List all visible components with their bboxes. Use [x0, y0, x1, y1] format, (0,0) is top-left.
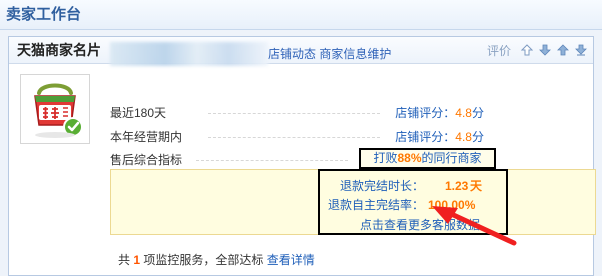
shop-score-value: 4.8: [455, 106, 472, 120]
workbench-header: 卖家工作台: [0, 0, 602, 30]
blurred-shop-name: [110, 42, 268, 66]
shop-score: 店铺评分：4.8分: [391, 104, 484, 122]
metric-label: 最近180天: [110, 104, 171, 122]
rate-button[interactable]: 评价: [487, 42, 511, 59]
after-sales-row: 售后综合指标 打败88%的同行商家: [110, 148, 496, 169]
workbench-title: 卖家工作台: [6, 6, 82, 23]
monitoring-service-count: 1: [133, 253, 141, 267]
dashed-divider: [208, 137, 380, 138]
shop-score-value: 4.8: [455, 130, 472, 144]
refund-duration-line: 退款完结时长： 1.23 天: [320, 178, 506, 194]
dashed-divider: [208, 113, 380, 114]
metric-row-current-year: 本年经营期内 店铺评分：4.8分: [110, 128, 484, 146]
move-up-icon[interactable]: [557, 44, 569, 56]
refund-duration-label: 退款完结时长：: [340, 179, 425, 193]
beat-percent: 88%: [397, 151, 422, 165]
beat-suffix: 的同行商家: [421, 151, 482, 165]
view-details-link[interactable]: 查看详情: [267, 253, 315, 267]
merchant-logo: [20, 74, 90, 144]
shop-top-links: 店铺动态 商家信息维护: [268, 45, 391, 62]
peer-beat-callout[interactable]: 打败88%的同行商家: [359, 148, 496, 169]
monitoring-summary: 共 1 项监控服务，全部达标 查看详情: [118, 251, 315, 268]
footer-middle-text: 项监控服务，全部达标: [143, 253, 264, 267]
after-sales-label: 售后综合指标: [110, 151, 187, 169]
shopping-basket-icon: [34, 83, 83, 138]
annotation-arrow-icon: [432, 206, 517, 246]
refund-duration-unit: 天: [470, 179, 483, 193]
shop-score-label: 店铺评分：: [395, 130, 456, 144]
move-down-icon[interactable]: [539, 44, 551, 56]
metric-row-180-days: 最近180天 店铺评分：4.8分: [110, 104, 484, 122]
card-header-tools: 评价: [487, 42, 587, 58]
beat-prefix: 打败: [373, 151, 398, 165]
move-bottom-icon[interactable]: [575, 44, 587, 56]
shop-score-unit: 分: [471, 130, 484, 144]
refund-self-completion-label: 退款自主完结率：: [328, 198, 425, 212]
refund-duration-value: 1.23: [445, 179, 469, 193]
shop-score: 店铺评分：4.8分: [391, 128, 484, 146]
move-up-outline-icon[interactable]: [521, 44, 533, 56]
shop-dynamic-link[interactable]: 店铺动态: [268, 47, 316, 61]
dashed-divider: [196, 160, 348, 161]
footer-prefix: 共: [118, 253, 131, 267]
metric-label: 本年经营期内: [110, 128, 187, 146]
card-title: 天猫商家名片: [17, 42, 101, 58]
shop-score-label: 店铺评分：: [395, 106, 456, 120]
merchant-info-link[interactable]: 商家信息维护: [319, 47, 391, 61]
shop-score-unit: 分: [471, 106, 484, 120]
